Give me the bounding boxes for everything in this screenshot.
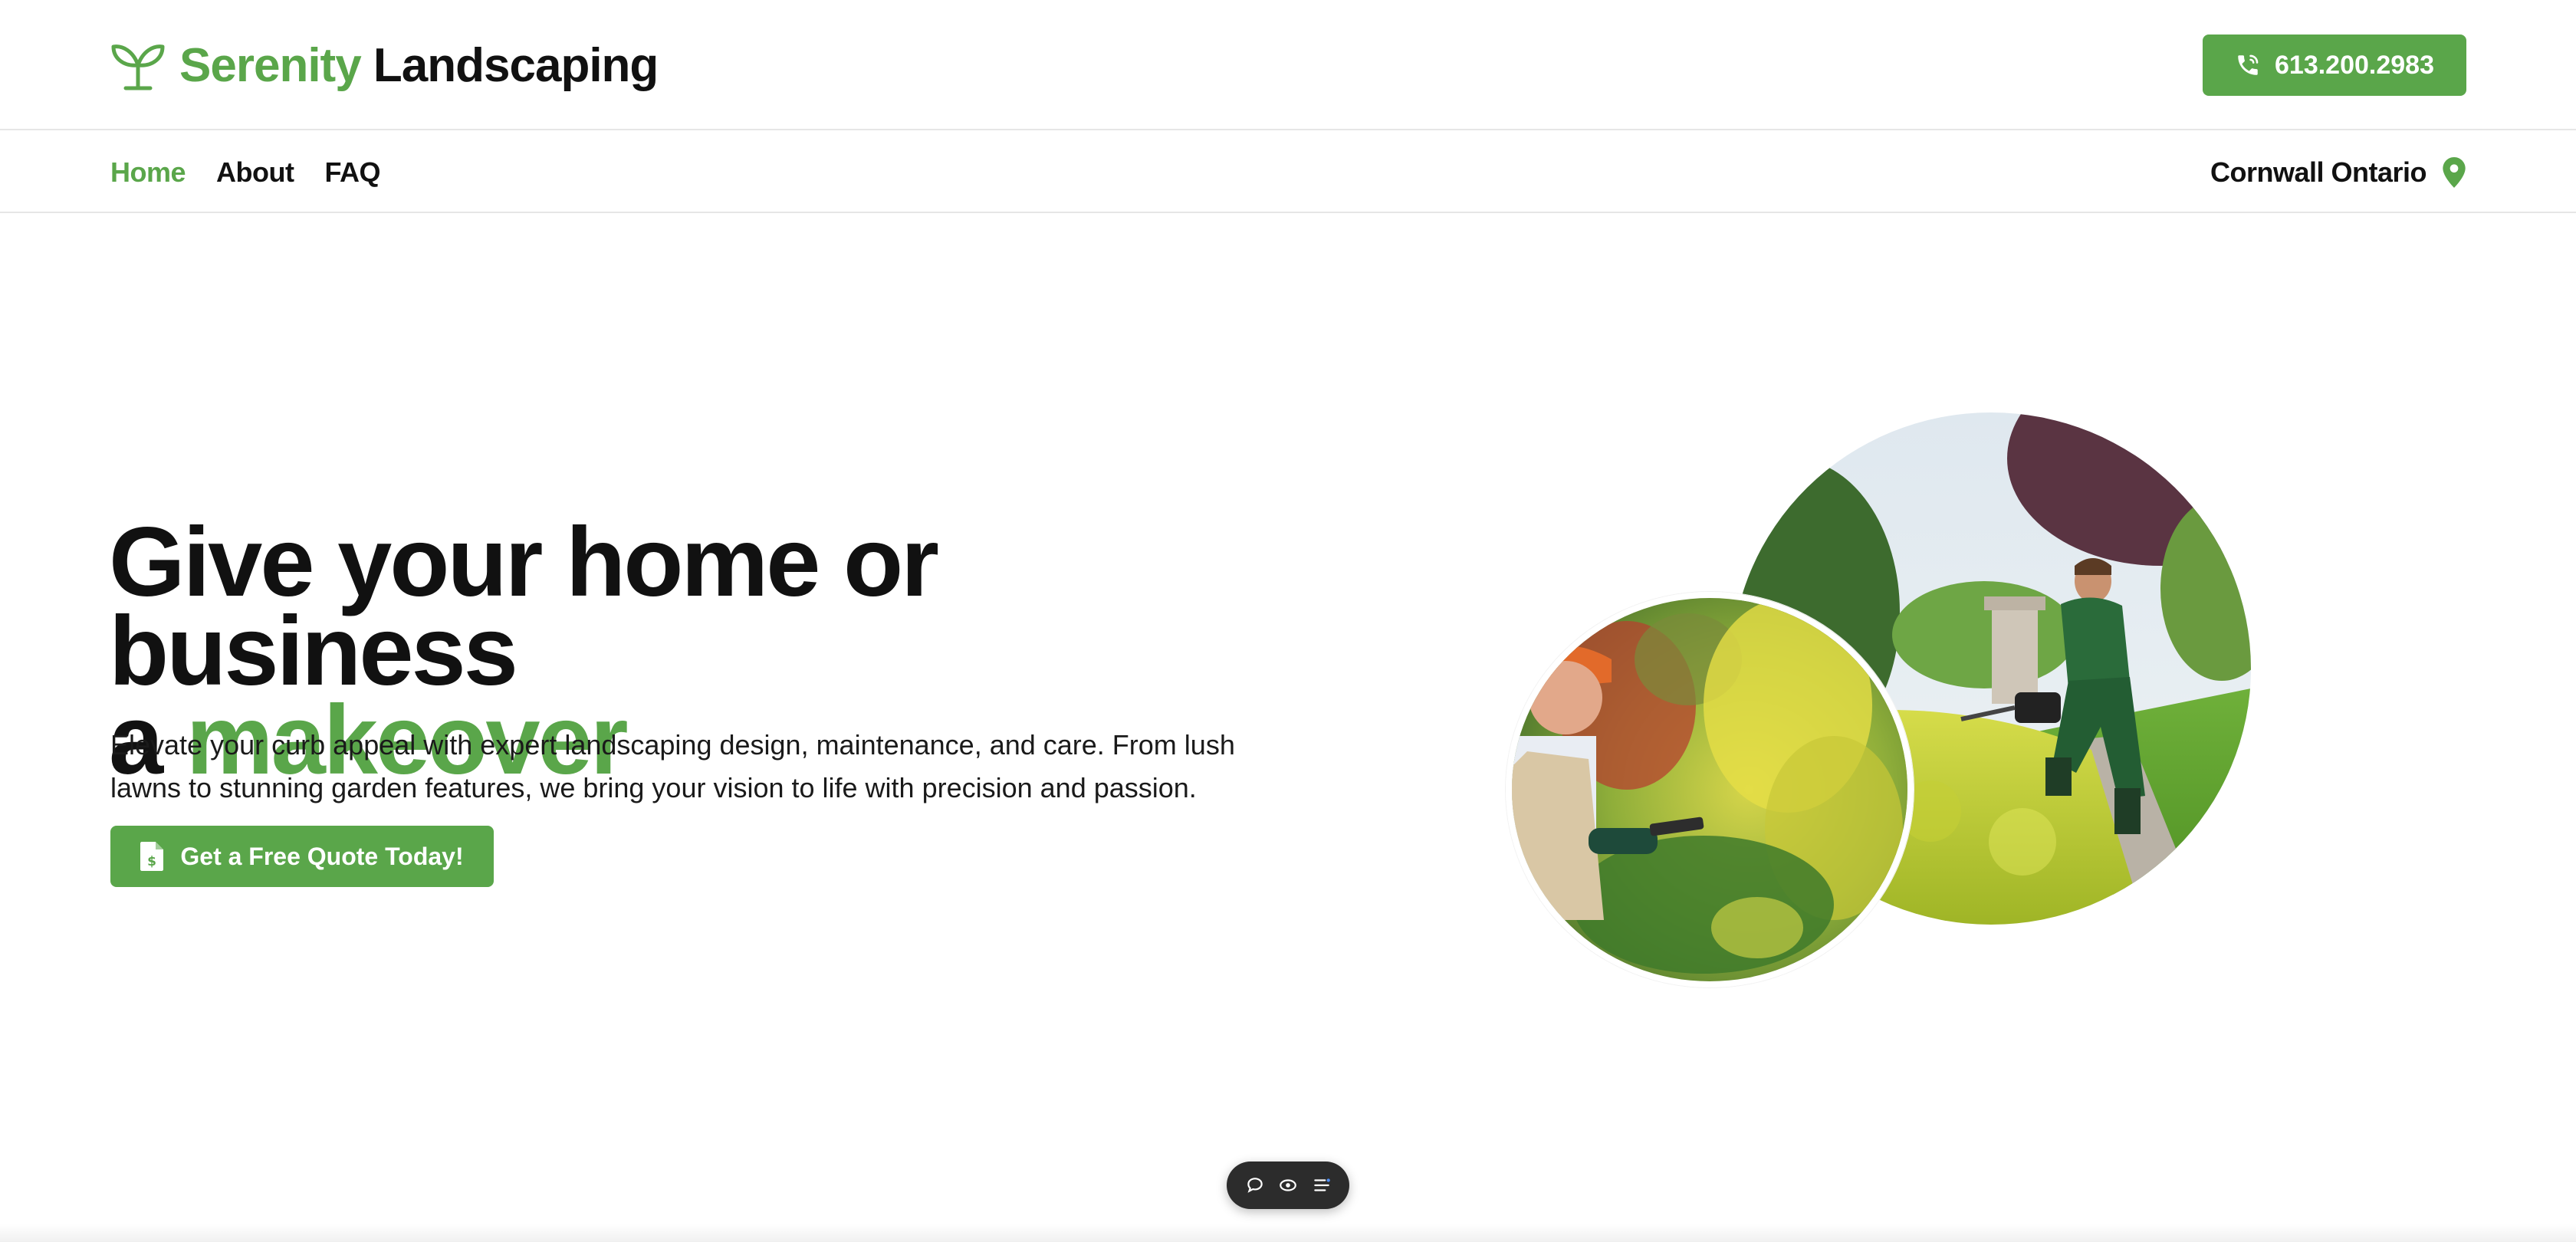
cta-label: Get a Free Quote Today!	[180, 842, 464, 870]
floating-toolbar	[1227, 1162, 1349, 1209]
location-label: Cornwall Ontario	[2210, 156, 2427, 188]
phone-button[interactable]: 613.200.2983	[2203, 34, 2466, 96]
phone-icon	[2238, 54, 2259, 75]
brand-name-part1: Serenity	[179, 39, 362, 92]
nav-item-about[interactable]: About	[216, 156, 294, 189]
map-pin-icon	[2443, 157, 2466, 188]
free-quote-button[interactable]: $ Get a Free Quote Today!	[110, 826, 494, 887]
page-fold-shadow	[0, 1224, 2576, 1242]
phone-number: 613.200.2983	[2275, 50, 2434, 80]
nav-item-faq[interactable]: FAQ	[325, 156, 381, 189]
site-header: Serenity Landscaping 613.200.2983	[0, 0, 2576, 130]
hero-description: Elevate your curb appeal with expert lan…	[110, 729, 1235, 803]
menu-icon[interactable]	[1309, 1172, 1335, 1198]
eye-icon[interactable]	[1275, 1172, 1301, 1198]
invoice-dollar-icon: $	[140, 842, 164, 871]
main-navigation: Home About FAQ Cornwall Ontario	[0, 132, 2576, 213]
svg-text:$: $	[147, 854, 156, 869]
brand-name-part2: Landscaping	[373, 39, 659, 92]
brand-logo[interactable]: Serenity Landscaping	[110, 38, 659, 94]
chat-icon[interactable]	[1242, 1172, 1268, 1198]
sprout-icon	[111, 44, 165, 90]
gardener-tablet-photo	[1506, 592, 1914, 987]
location-indicator[interactable]: Cornwall Ontario	[2210, 132, 2466, 213]
hero-title-line1: Give your home or business	[109, 508, 939, 706]
nav-item-home[interactable]: Home	[110, 156, 186, 189]
